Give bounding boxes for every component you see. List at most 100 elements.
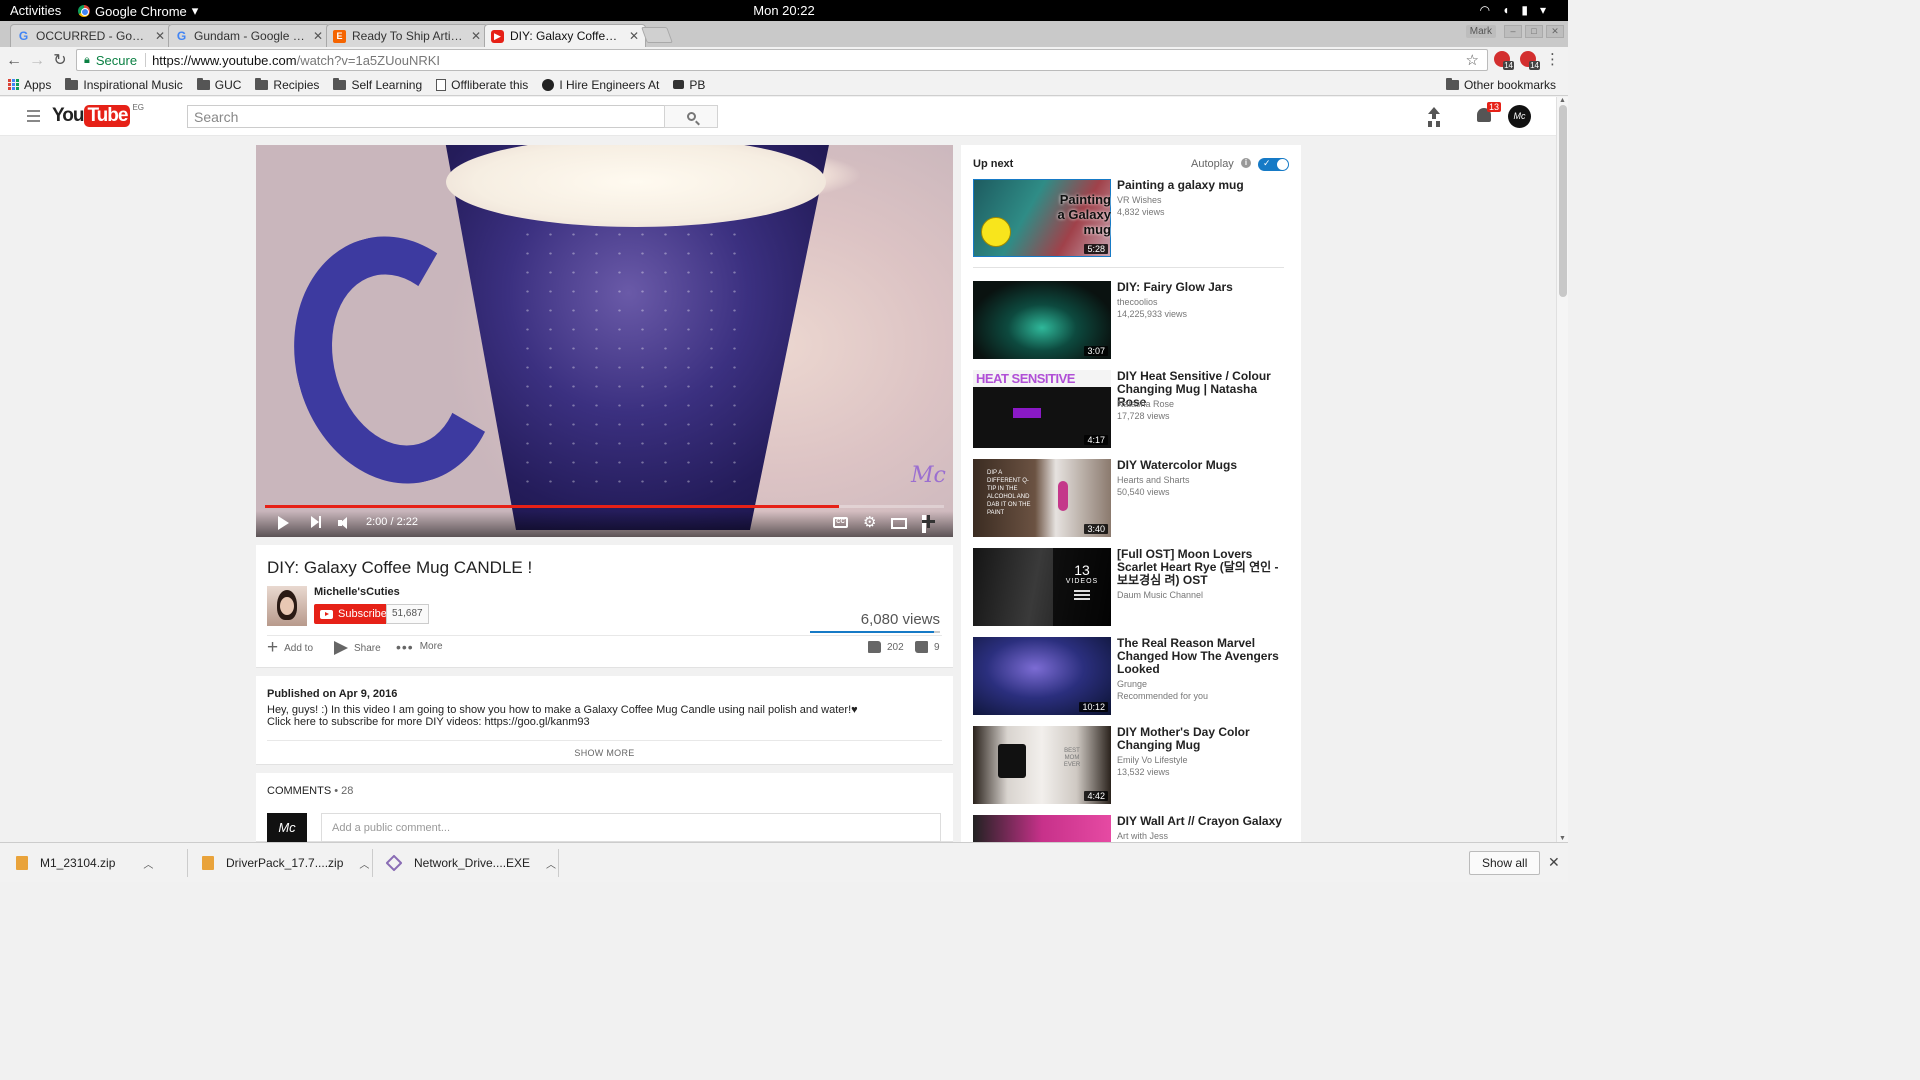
bookmark-link[interactable]: I Hire Engineers At <box>542 78 659 92</box>
bookmark-folder[interactable]: Inspirational Music <box>65 77 183 92</box>
video-thumbnail[interactable]: HEAT SENSITIVE 4:17 <box>973 370 1111 448</box>
video-thumbnail[interactable]: 3:07 <box>973 281 1111 359</box>
tab-occurred[interactable]: G OCCURRED - Google ✕ <box>10 24 172 47</box>
close-window-button[interactable]: ✕ <box>1546 25 1564 38</box>
youtube-logo[interactable]: You Tube EG <box>52 103 144 127</box>
video-player[interactable]: Mc 2:00 / 2:22 CC ⚙ <box>256 145 953 537</box>
extension-icon[interactable]: 14 <box>1494 51 1514 70</box>
channel-watermark[interactable]: Mc <box>911 463 946 488</box>
theater-mode-icon[interactable] <box>891 518 907 529</box>
bookmark-star-icon[interactable]: ☆ <box>1466 51 1479 69</box>
close-icon[interactable]: ✕ <box>1548 854 1560 871</box>
share-button[interactable]: Share <box>334 641 381 655</box>
scrollbar-thumb[interactable] <box>1559 105 1567 297</box>
account-avatar[interactable]: Mc <box>1508 105 1531 128</box>
zip-file-icon <box>16 856 28 870</box>
playlist-thumbnail[interactable]: 13 VIDEOS <box>973 548 1111 626</box>
recommendation-item[interactable]: Painting a Galaxy mug 5:28 Painting a ga… <box>973 179 1293 257</box>
video-thumbnail[interactable]: Painting a Galaxy mug 5:28 <box>973 179 1111 257</box>
bookmark-folder[interactable]: Self Learning <box>333 77 422 92</box>
comment-input[interactable]: Add a public comment... <box>321 813 941 842</box>
close-icon[interactable]: ✕ <box>313 29 323 43</box>
description-link-line[interactable]: Click here to subscribe for more DIY vid… <box>267 716 590 728</box>
progress-bar[interactable] <box>265 505 944 508</box>
bookmark-folder[interactable]: Recipies <box>255 77 319 92</box>
dislike-button[interactable]: 9 <box>915 641 940 653</box>
new-tab-button[interactable] <box>641 27 673 43</box>
info-icon[interactable]: i <box>1241 158 1251 168</box>
autoplay-toggle[interactable]: ✓ <box>1258 158 1289 171</box>
recommendation-title[interactable]: DIY Wall Art // Crayon Galaxy <box>1117 815 1285 828</box>
recommendation-title[interactable]: [Full OST] Moon Lovers Scarlet Heart Rye… <box>1117 548 1285 587</box>
recommendation-item[interactable]: 3:07 DIY: Fairy Glow Jars thecoolios 14,… <box>973 281 1293 359</box>
duration-badge: 10:12 <box>1079 702 1108 712</box>
scroll-up-arrow-icon[interactable]: ▲ <box>1559 97 1566 104</box>
forward-button[interactable]: → <box>27 51 47 71</box>
download-item[interactable]: DriverPack_17.7....zip ︿ <box>202 843 369 883</box>
address-bar[interactable]: 🔒︎ Secure https://www.youtube.com/watch?… <box>76 49 1488 71</box>
recommendation-title[interactable]: DIY Mother's Day Color Changing Mug <box>1117 726 1285 752</box>
recommendation-title[interactable]: The Real Reason Marvel Changed How The A… <box>1117 637 1285 676</box>
bookmark-apps[interactable]: Apps <box>8 78 51 92</box>
chevron-up-icon[interactable]: ︿ <box>143 856 153 871</box>
close-icon[interactable]: ✕ <box>471 29 481 43</box>
recommendation-playlist[interactable]: 13 VIDEOS [Full OST] Moon Lovers Scarlet… <box>973 548 1293 626</box>
video-thumbnail[interactable]: DIP A DIFFERENT Q-TIP IN THE ALCOHOL AND… <box>973 459 1111 537</box>
chevron-up-icon[interactable]: ︿ <box>546 856 556 871</box>
settings-gear-icon[interactable]: ⚙ <box>863 515 876 530</box>
recommendation-item[interactable]: DIY Wall Art // Crayon Galaxy Art with J… <box>973 815 1293 842</box>
recommendation-item[interactable]: BEST MOM EVER 4:42 DIY Mother's Day Colo… <box>973 726 1293 804</box>
search-input[interactable]: Search <box>187 105 665 128</box>
like-button[interactable]: 202 <box>868 641 904 653</box>
download-item[interactable]: Network_Drive....EXE ︿ <box>385 843 556 883</box>
recommendation-item[interactable]: HEAT SENSITIVE 4:17 DIY Heat Sensitive /… <box>973 370 1293 448</box>
tab-youtube-active[interactable]: ▶ DIY: Galaxy Coffee M ✕ <box>484 24 646 47</box>
download-item[interactable]: M1_23104.zip ︿ <box>16 843 153 883</box>
recommendation-item[interactable]: DIP A DIFFERENT Q-TIP IN THE ALCOHOL AND… <box>973 459 1293 537</box>
show-more-button[interactable]: SHOW MORE <box>267 740 942 758</box>
system-tray[interactable]: ◠ ◖ ▮ ▾ <box>1480 3 1546 17</box>
channel-name[interactable]: Michelle'sCuties <box>314 586 400 598</box>
bookmark-link[interactable]: PB <box>673 78 705 92</box>
scroll-down-arrow-icon[interactable]: ▼ <box>1559 835 1566 842</box>
reload-button[interactable]: ↻ <box>50 51 70 71</box>
show-all-downloads-button[interactable]: Show all <box>1469 851 1541 875</box>
recommendation-title[interactable]: DIY: Fairy Glow Jars <box>1117 281 1285 294</box>
bookmark-folder[interactable]: GUC <box>196 77 241 92</box>
activities-button[interactable]: Activities <box>10 3 61 18</box>
play-icon[interactable] <box>278 516 289 530</box>
close-icon[interactable]: ✕ <box>629 29 639 43</box>
minimize-button[interactable]: – <box>1504 25 1522 38</box>
recommendation-title[interactable]: DIY Watercolor Mugs <box>1117 459 1285 472</box>
clock[interactable]: Mon 20:22 <box>0 3 1568 18</box>
dislike-count: 9 <box>934 641 940 653</box>
captions-icon[interactable]: CC <box>833 517 848 528</box>
maximize-button[interactable]: □ <box>1525 25 1543 38</box>
tab-gundam[interactable]: G Gundam - Google Se ✕ <box>168 24 330 47</box>
chevron-up-icon[interactable]: ︿ <box>359 856 369 871</box>
next-icon[interactable] <box>311 516 321 528</box>
chrome-menu-icon[interactable]: ⋮ <box>1545 50 1560 68</box>
other-bookmarks[interactable]: Other bookmarks <box>1445 77 1556 92</box>
video-thumbnail[interactable]: 10:12 <box>973 637 1111 715</box>
video-thumbnail[interactable]: BEST MOM EVER 4:42 <box>973 726 1111 804</box>
tab-etsy[interactable]: E Ready To Ship Artisan ✕ <box>326 24 488 47</box>
page-scrollbar[interactable]: ▲ ▼ <box>1556 97 1568 842</box>
fullscreen-icon[interactable] <box>922 515 926 533</box>
recommendation-item[interactable]: 10:12 The Real Reason Marvel Changed How… <box>973 637 1293 715</box>
recommendation-title[interactable]: Painting a galaxy mug <box>1117 179 1285 192</box>
app-menu[interactable]: Google Chrome ▾ <box>78 3 198 19</box>
video-thumbnail[interactable] <box>973 815 1111 842</box>
upload-icon[interactable] <box>1427 107 1441 123</box>
search-button[interactable] <box>664 105 718 128</box>
more-button[interactable]: ••• More <box>396 640 443 654</box>
close-icon[interactable]: ✕ <box>155 29 165 43</box>
bookmark-link[interactable]: Offliberate this <box>436 78 528 92</box>
add-to-button[interactable]: + Add to <box>267 638 313 657</box>
menu-icon[interactable] <box>27 110 40 125</box>
subscribe-button[interactable]: Subscribe <box>314 604 394 624</box>
profile-chip[interactable]: Mark <box>1465 25 1496 38</box>
channel-avatar[interactable] <box>267 586 307 626</box>
back-button[interactable]: ← <box>4 51 24 71</box>
adblock-icon[interactable]: 14 <box>1520 51 1540 70</box>
